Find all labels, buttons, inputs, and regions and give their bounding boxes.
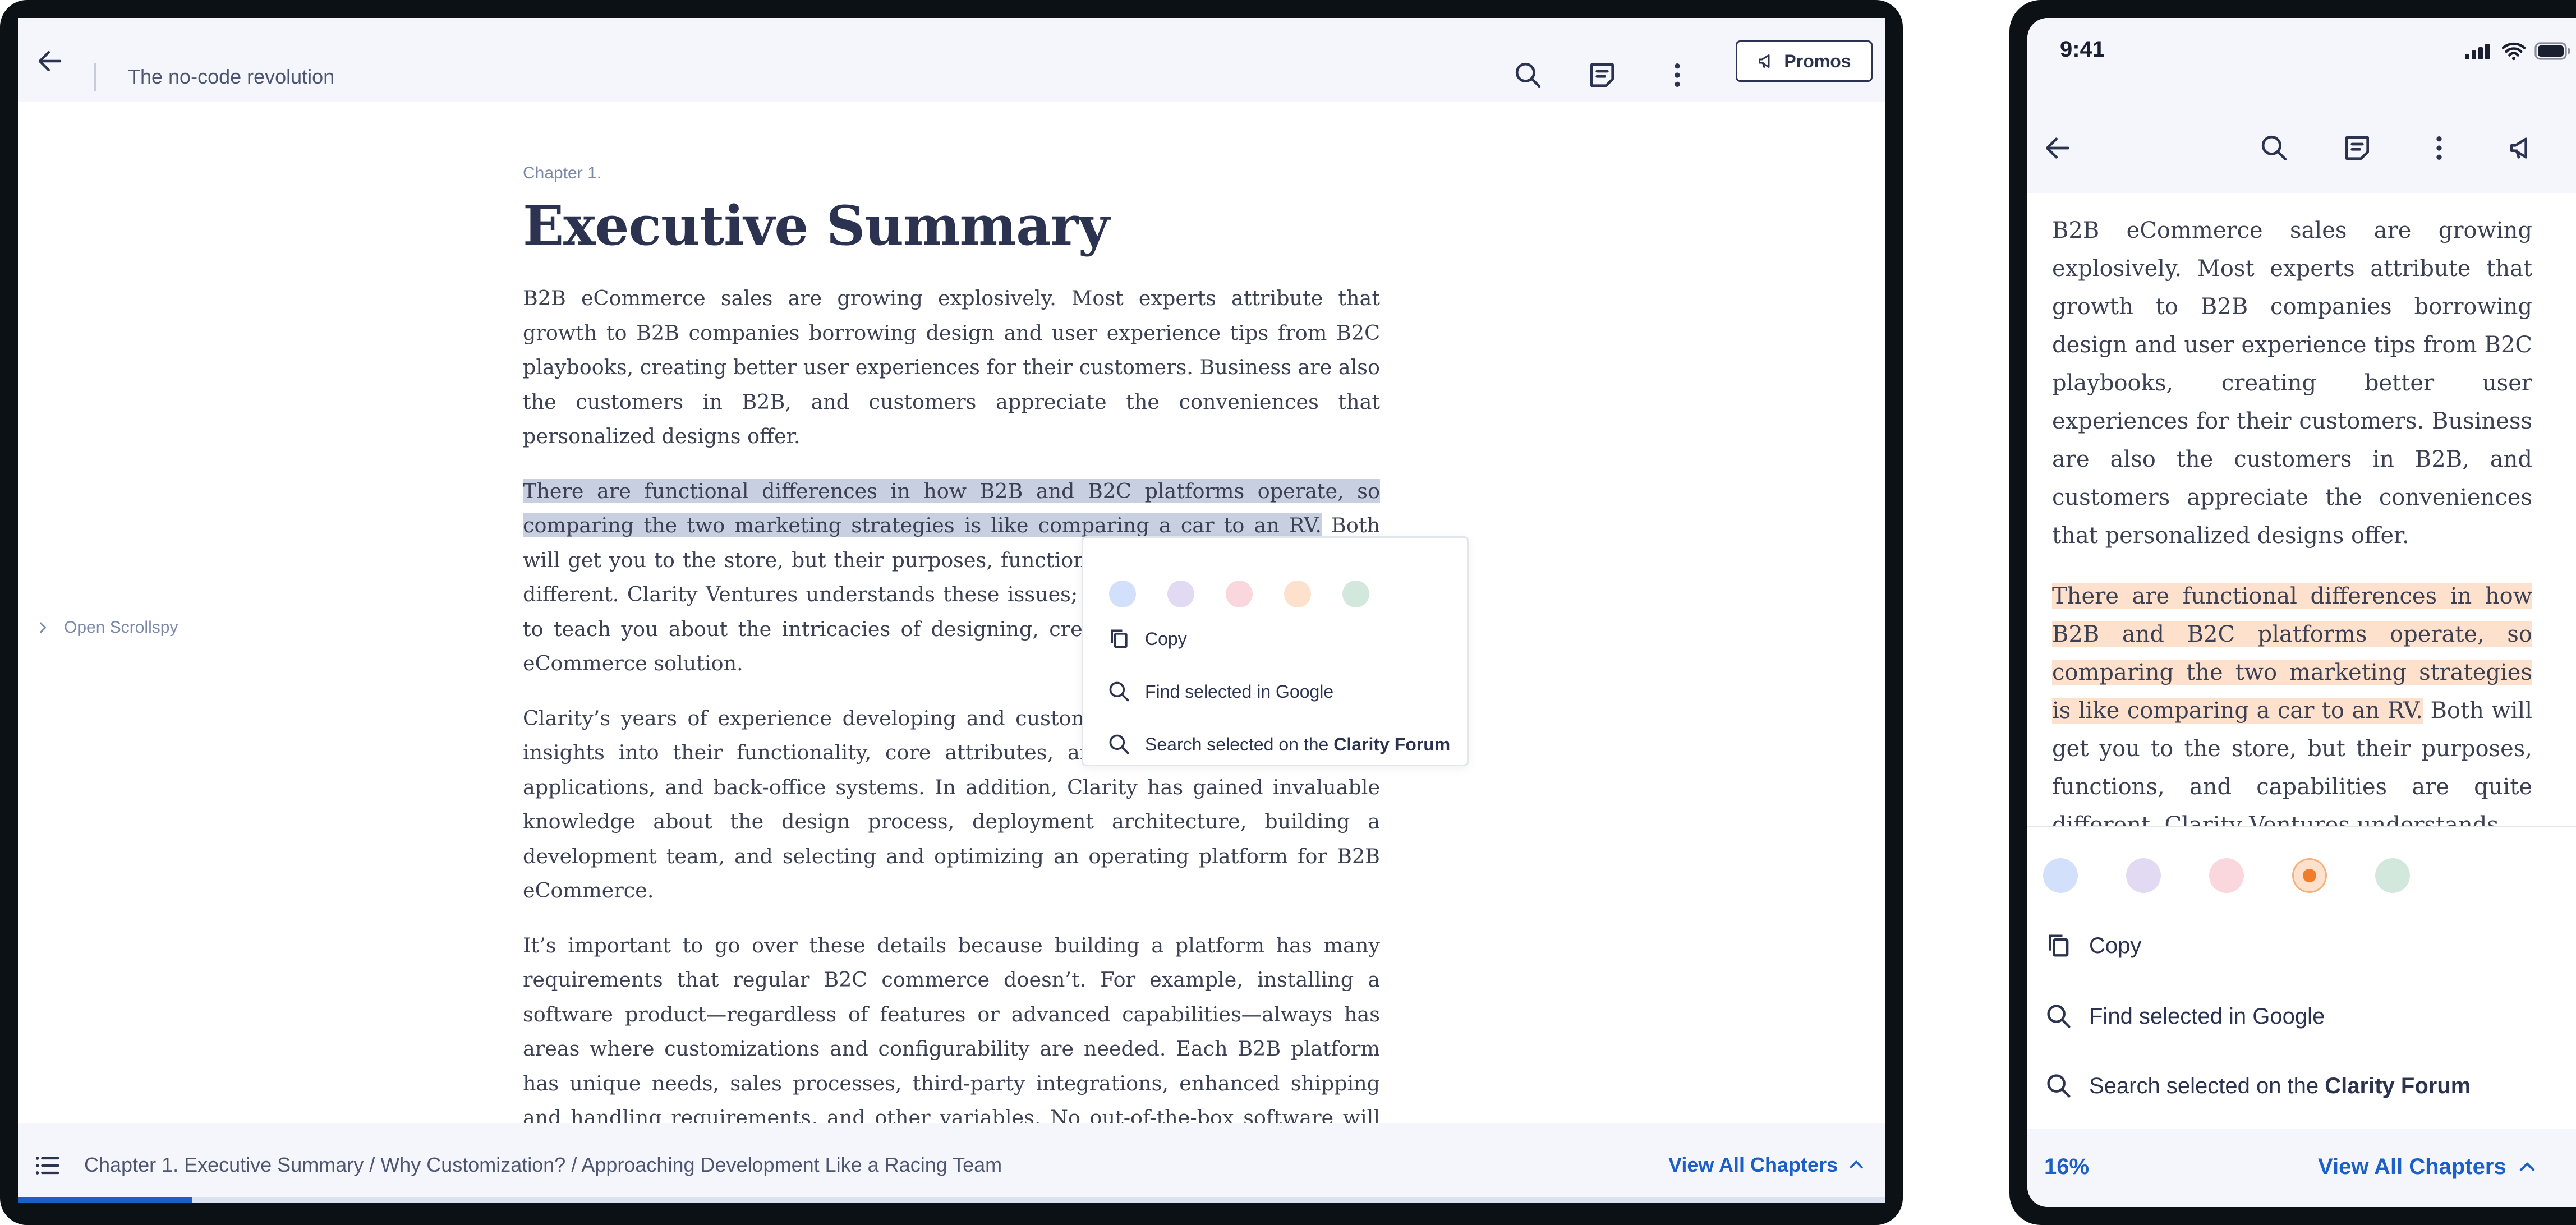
search-icon [1109, 681, 1129, 702]
battery-icon [2534, 42, 2570, 60]
search-icon[interactable] [2258, 132, 2290, 164]
copy-label: Copy [2089, 933, 2142, 958]
view-all-chapters-label: View All Chapters [2318, 1154, 2506, 1179]
phone-chapter-content: B2B eCommerce sales are growing explosiv… [2052, 211, 2532, 828]
paragraph: B2B eCommerce sales are growing explosiv… [523, 286, 1380, 448]
search-forum-menu-item[interactable]: Search selected on the Clarity Forum [1107, 732, 1450, 757]
highlight-color-pink[interactable] [2209, 858, 2244, 893]
highlight-color-purple[interactable] [1167, 581, 1194, 607]
chapter-label: Chapter 1. [523, 164, 602, 182]
open-scrollspy-toggle[interactable]: Open Scrollspy [35, 618, 178, 637]
forum-name: Clarity Forum [2325, 1073, 2471, 1098]
megaphone-icon [1759, 54, 1770, 68]
paragraph: B2B eCommerce sales are growing explosiv… [2052, 218, 2532, 549]
search-forum-label: Search selected on the Clarity Forum [2089, 1074, 2471, 1099]
more-vertical-icon[interactable] [1662, 59, 1693, 91]
highlight-color-picker [2043, 858, 2410, 893]
search-forum-label: Search selected on the Clarity Forum [1145, 734, 1450, 755]
search-forum-menu-item[interactable]: Search selected on the Clarity Forum [2044, 1071, 2471, 1100]
view-all-chapters-label: View All Chapters [1668, 1153, 1838, 1176]
selection-bottom-sheet: Copy Find selected in Google Search sele… [2027, 826, 2576, 1129]
highlight-color-picker [1109, 581, 1369, 607]
search-icon [2047, 1005, 2071, 1028]
reading-progress-percent: 16% [2044, 1154, 2090, 1179]
find-in-google-label: Find selected in Google [1145, 681, 1334, 702]
copy-menu-item[interactable]: Copy [2044, 931, 2141, 960]
reading-progress-fill [18, 1197, 192, 1203]
chevron-up-icon [2519, 1162, 2534, 1171]
phone-toolbar [2027, 102, 2576, 193]
forum-name: Clarity Forum [1333, 734, 1451, 754]
megaphone-icon[interactable] [2508, 132, 2539, 164]
status-bar: 9:41 [2027, 18, 2576, 102]
chevron-right-icon [40, 622, 47, 633]
selection-context-menu: Copy Find selected in Google Search sele… [1082, 536, 1469, 766]
notes-icon[interactable] [2342, 132, 2373, 164]
phone-screen: 9:41 B2B eCommerce sales are growing exp… [2027, 18, 2576, 1207]
tablet-footer: Chapter 1. Executive Summary / Why Custo… [18, 1123, 1885, 1203]
notes-icon[interactable] [1586, 59, 1618, 91]
reading-progress-bar [18, 1197, 1885, 1203]
status-icons [2465, 42, 2572, 61]
list-icon[interactable] [33, 1151, 62, 1180]
tablet-header: The no-code revolution Promos [18, 18, 1885, 102]
header-divider [94, 63, 96, 91]
highlight-color-green[interactable] [2375, 858, 2410, 893]
text-selection[interactable]: There are functional differences in how … [523, 478, 1380, 537]
search-icon[interactable] [1512, 59, 1544, 91]
back-arrow-icon[interactable] [35, 46, 65, 76]
signal-icon [2465, 44, 2490, 59]
highlight-color-purple[interactable] [2126, 858, 2161, 893]
status-time: 9:41 [2060, 37, 2105, 62]
selected-indicator [2303, 869, 2316, 882]
find-in-google-label: Find selected in Google [2089, 1003, 2325, 1029]
book-title: The no-code revolution [128, 65, 335, 88]
find-in-google-menu-item[interactable]: Find selected in Google [2044, 1002, 2325, 1031]
breadcrumb[interactable]: Chapter 1. Executive Summary / Why Custo… [84, 1153, 1002, 1177]
forum-prefix: Search selected on the [1145, 734, 1334, 754]
highlight-color-orange[interactable] [1284, 581, 1311, 607]
highlight-color-blue[interactable] [2043, 858, 2078, 893]
highlight-color-green[interactable] [1342, 581, 1369, 607]
chapter-title: Executive Summary [523, 194, 1110, 257]
search-icon [1109, 734, 1129, 754]
forum-prefix: Search selected on the [2089, 1073, 2325, 1098]
promos-button[interactable]: Promos [1736, 40, 1873, 82]
promos-label: Promos [1784, 50, 1851, 71]
search-icon [2047, 1074, 2071, 1098]
scrollspy-label: Open Scrollspy [64, 618, 178, 637]
wifi-icon [2501, 42, 2526, 61]
tablet-screen: The no-code revolution Promos Open Scrol… [18, 18, 1885, 1203]
paragraph-highlighted[interactable]: There are functional differences in how … [2052, 577, 2532, 828]
chevron-up-icon [1850, 1160, 1863, 1169]
find-in-google-menu-item[interactable]: Find selected in Google [1107, 679, 1333, 704]
copy-icon [2049, 934, 2069, 957]
view-all-chapters-button[interactable]: View All Chapters [2318, 1154, 2538, 1180]
tablet-device: The no-code revolution Promos Open Scrol… [0, 0, 1903, 1225]
phone-footer: 16% View All Chapters [2027, 1129, 2576, 1207]
copy-icon [1111, 629, 1128, 648]
more-vertical-icon[interactable] [2423, 132, 2455, 164]
highlight-color-pink[interactable] [1226, 581, 1253, 607]
back-arrow-icon[interactable] [2042, 132, 2073, 164]
view-all-chapters-button[interactable]: View All Chapters [1668, 1153, 1866, 1177]
highlight-color-blue[interactable] [1109, 581, 1136, 607]
copy-label: Copy [1145, 628, 1187, 649]
copy-menu-item[interactable]: Copy [1107, 627, 1187, 651]
highlight-color-orange-selected[interactable] [2292, 858, 2327, 893]
phone-device: 9:41 B2B eCommerce sales are growing exp… [2009, 0, 2576, 1225]
